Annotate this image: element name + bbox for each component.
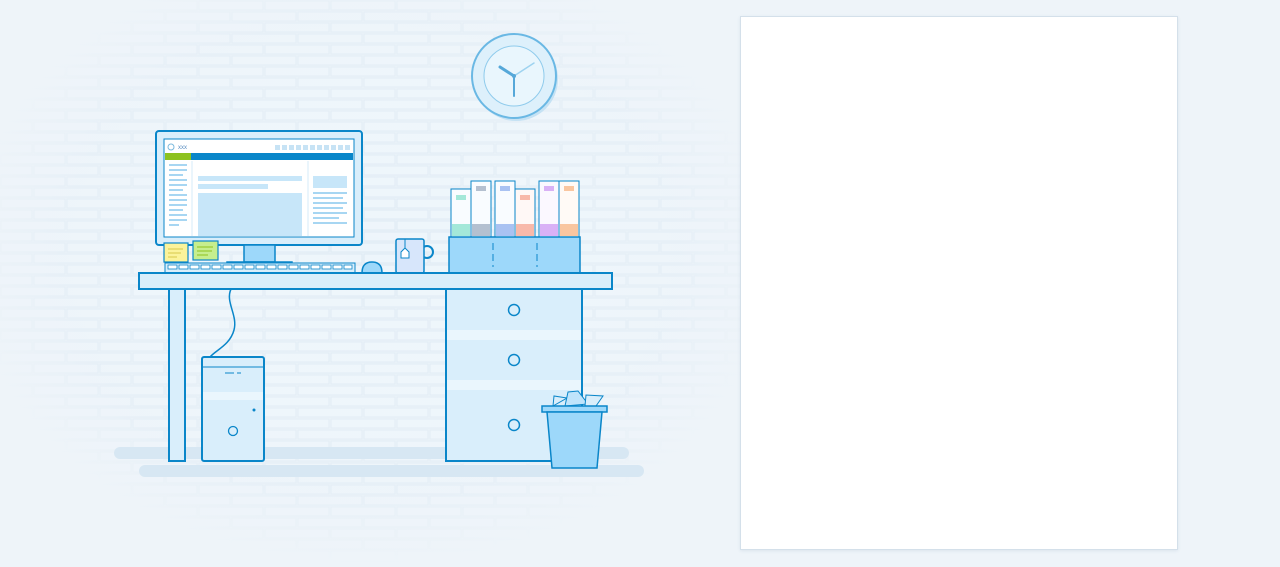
binder-teal xyxy=(450,188,472,238)
screen-app-title: xxx xyxy=(178,145,187,151)
binder-orange xyxy=(558,180,580,238)
binder-salmon xyxy=(514,188,536,238)
keyboard xyxy=(164,262,356,274)
computer-mouse xyxy=(361,261,383,274)
page: xxx xyxy=(0,0,1280,567)
binders xyxy=(448,180,581,274)
blank-content-panel xyxy=(740,16,1178,550)
computer-tower xyxy=(201,356,265,462)
binder-blue xyxy=(494,180,516,238)
binder-purple xyxy=(538,180,560,238)
binder-box xyxy=(448,236,581,274)
screen-toolbar xyxy=(275,145,350,150)
binder-grey xyxy=(470,180,492,238)
office-desk-illustration: xxx xyxy=(0,0,740,567)
